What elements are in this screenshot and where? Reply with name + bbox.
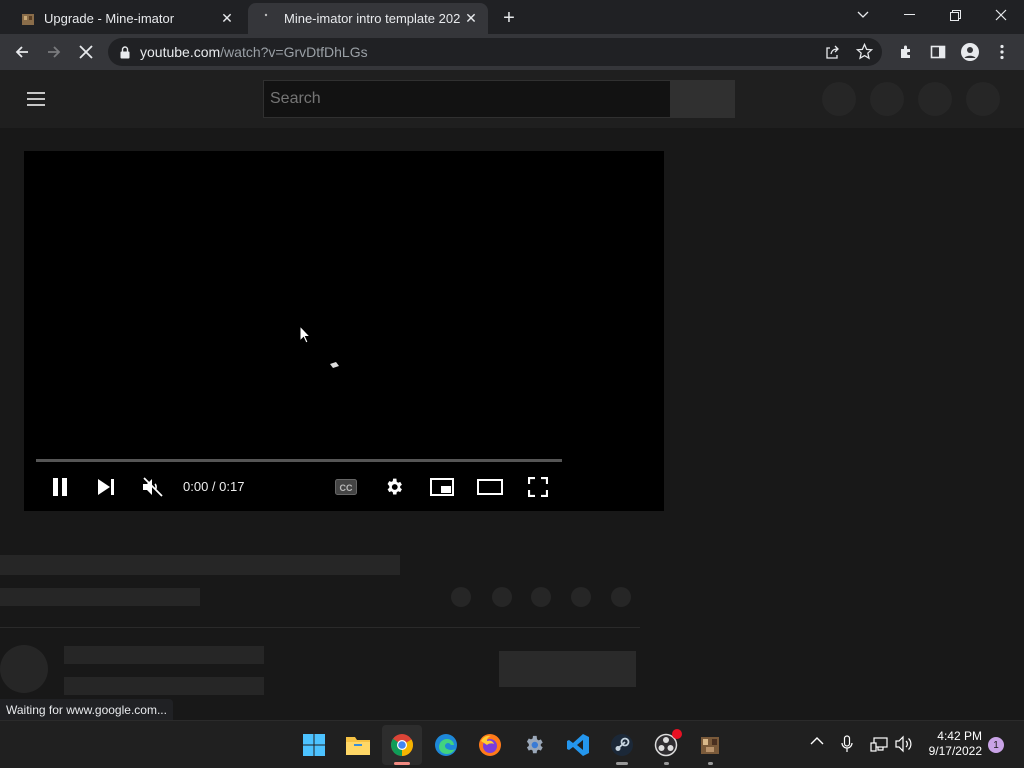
volume-icon[interactable]	[895, 735, 913, 756]
clock-time: 4:42 PM	[937, 729, 982, 743]
show-hidden-icons-chevron-icon[interactable]	[810, 735, 824, 749]
action-skeleton	[492, 587, 512, 607]
subscribe-skeleton	[499, 651, 636, 687]
video-player[interactable]: 0:00 / 0:17 CC	[24, 151, 664, 511]
settings-icon[interactable]	[514, 725, 554, 765]
loading-spinner-icon	[260, 11, 276, 27]
browser-toolbar: youtube.com/watch?v=GrvDtfDhLGs	[0, 34, 1024, 70]
progress-bar[interactable]	[36, 459, 562, 462]
tab-search-icon[interactable]	[840, 0, 886, 30]
video-frame-speck	[330, 355, 339, 373]
theater-mode-button[interactable]	[476, 473, 504, 501]
miniplayer-button[interactable]	[428, 473, 456, 501]
action-skeleton	[531, 587, 551, 607]
hamburger-menu-icon[interactable]	[24, 87, 48, 111]
tab-title: Mine-imator intro template 2022	[284, 11, 460, 26]
header-icon-placeholder	[966, 82, 1000, 116]
stop-loading-button[interactable]	[70, 34, 102, 70]
restore-button[interactable]	[932, 0, 978, 30]
mouse-cursor-icon	[299, 324, 312, 350]
bookmark-star-icon[interactable]	[855, 42, 874, 63]
chrome-icon[interactable]	[382, 725, 422, 765]
search-button[interactable]	[671, 80, 735, 118]
header-icon-placeholder	[918, 82, 952, 116]
next-video-button[interactable]	[92, 473, 120, 501]
network-icon[interactable]	[870, 735, 888, 756]
start-icon[interactable]	[294, 725, 334, 765]
obs-icon[interactable]	[646, 725, 686, 765]
profile-avatar-icon[interactable]	[954, 34, 986, 70]
pause-button[interactable]	[46, 473, 74, 501]
lock-icon[interactable]	[120, 45, 130, 59]
firefox-icon[interactable]	[470, 725, 510, 765]
subtitle-skeleton	[0, 588, 200, 606]
fullscreen-button[interactable]	[524, 473, 552, 501]
mine-imator-favicon-icon	[20, 11, 36, 27]
file-explorer-icon[interactable]	[338, 725, 378, 765]
close-window-button[interactable]	[978, 0, 1024, 30]
divider	[0, 627, 640, 628]
windows-taskbar: 4:42 PM 9/17/2022 1	[0, 720, 1024, 768]
active-app-indicator	[394, 762, 410, 765]
new-tab-button[interactable]: +	[496, 5, 522, 31]
settings-gear-icon[interactable]	[380, 473, 408, 501]
running-app-indicator	[616, 762, 628, 765]
action-skeleton	[571, 587, 591, 607]
svg-text:CC: CC	[340, 483, 353, 493]
close-tab-icon[interactable]: ✕	[216, 10, 238, 27]
close-tab-icon[interactable]: ✕	[460, 10, 482, 27]
clock[interactable]: 4:42 PM 9/17/2022	[924, 729, 982, 759]
extensions-icon[interactable]	[890, 34, 922, 70]
muted-volume-icon[interactable]	[139, 473, 167, 501]
vscode-icon[interactable]	[558, 725, 598, 765]
address-bar[interactable]: youtube.com/watch?v=GrvDtfDhLGs	[108, 38, 882, 66]
url-path: /watch?v=GrvDtfDhLGs	[220, 44, 368, 60]
time-display: 0:00 / 0:17	[183, 479, 245, 494]
running-app-indicator	[708, 762, 713, 765]
edge-icon[interactable]	[426, 725, 466, 765]
chrome-menu-icon[interactable]	[986, 34, 1018, 70]
share-icon[interactable]	[824, 44, 840, 63]
channel-name-skeleton	[64, 646, 264, 664]
back-button[interactable]	[6, 34, 38, 70]
captions-button[interactable]: CC	[332, 473, 360, 501]
channel-avatar-skeleton	[0, 645, 48, 693]
channel-subs-skeleton	[64, 677, 264, 695]
search-input[interactable]	[263, 80, 671, 118]
running-app-indicator	[664, 762, 669, 765]
clock-date: 9/17/2022	[928, 744, 982, 758]
tab-strip: Upgrade - Mine-imator ✕ Mine-imator intr…	[0, 0, 1024, 34]
notification-badge[interactable]: 1	[988, 737, 1004, 753]
status-bubble: Waiting for www.google.com...	[0, 699, 173, 721]
minimize-button[interactable]	[886, 0, 932, 30]
url-host: youtube.com	[140, 44, 221, 60]
action-skeleton	[611, 587, 631, 607]
header-icon-placeholder	[822, 82, 856, 116]
steam-icon[interactable]	[602, 725, 642, 765]
youtube-header	[0, 70, 1024, 128]
title-skeleton	[0, 555, 400, 575]
header-icon-placeholder	[870, 82, 904, 116]
tab-upgrade-mine-imator[interactable]: Upgrade - Mine-imator ✕	[8, 3, 244, 34]
microphone-icon[interactable]	[841, 735, 853, 756]
tab-youtube-video[interactable]: Mine-imator intro template 2022 ✕	[248, 3, 488, 34]
side-panel-icon[interactable]	[922, 34, 954, 70]
action-skeleton	[451, 587, 471, 607]
tab-title: Upgrade - Mine-imator	[44, 11, 175, 26]
recording-badge-icon	[672, 729, 682, 739]
mine-imator-icon[interactable]	[690, 725, 730, 765]
forward-button[interactable]	[38, 34, 70, 70]
